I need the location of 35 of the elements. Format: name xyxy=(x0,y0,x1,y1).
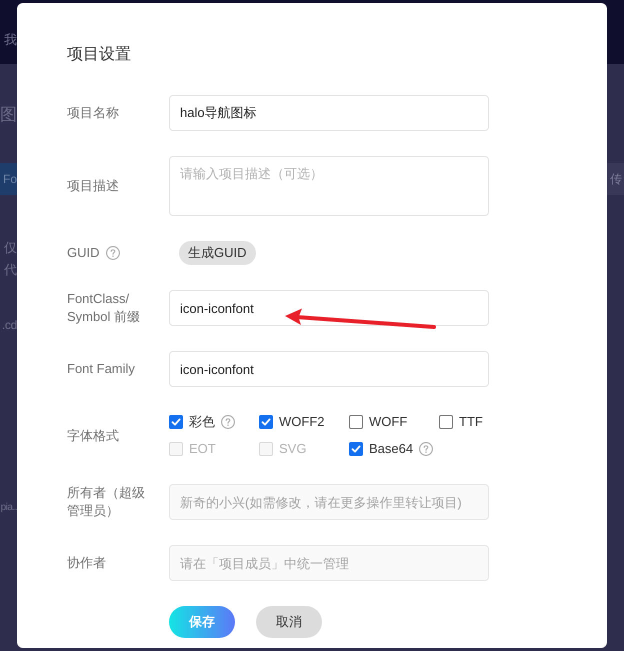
background-bar: Fo xyxy=(0,163,17,195)
field-label: 字体格式 xyxy=(67,426,119,444)
background-bar: 传 xyxy=(607,163,624,195)
checkbox-label: WOFF xyxy=(369,414,408,430)
text-field[interactable]: icon-iconfont xyxy=(169,290,489,326)
dialog-title: 项目设置 xyxy=(67,45,131,65)
checkbox-label: EOT xyxy=(189,441,216,457)
checkbox-label: SVG xyxy=(279,441,306,457)
background-text: 仅 xyxy=(4,240,17,256)
page-heading: 图 xyxy=(0,106,17,124)
checkbox[interactable] xyxy=(439,415,453,429)
checkbox[interactable] xyxy=(259,415,273,429)
nav-text: 我 xyxy=(4,32,17,48)
checkbox[interactable] xyxy=(169,415,183,429)
checkbox[interactable] xyxy=(349,415,363,429)
field-label: Font Family xyxy=(67,360,135,378)
generate-guid-button[interactable]: 生成GUID xyxy=(179,241,256,265)
background-text: pia.. xyxy=(0,501,17,515)
text-field[interactable]: icon-iconfont xyxy=(169,351,489,387)
checkbox-label: 彩色 xyxy=(189,414,215,430)
background-text: 代 xyxy=(4,262,17,278)
description-field[interactable]: 请输入项目描述（可选） xyxy=(169,156,489,216)
checkbox[interactable] xyxy=(349,442,363,456)
checkbox-label: WOFF2 xyxy=(279,414,324,430)
checkbox-label: TTF xyxy=(459,414,483,430)
cancel-button[interactable]: 取消 xyxy=(256,606,322,638)
field-label: 项目描述 xyxy=(67,177,119,195)
checkbox-label: Base64 xyxy=(369,441,414,457)
field-label: GUID xyxy=(67,244,100,262)
field-label: 协作者 xyxy=(67,554,106,572)
field-label: 项目名称 xyxy=(67,104,119,122)
field-label: 所有者（超级管理员） xyxy=(67,484,146,520)
field-label: FontClass/ Symbol 前缀 xyxy=(67,290,141,326)
background-text: .cd xyxy=(2,317,17,333)
text-field[interactable]: halo导航图标 xyxy=(169,95,489,131)
